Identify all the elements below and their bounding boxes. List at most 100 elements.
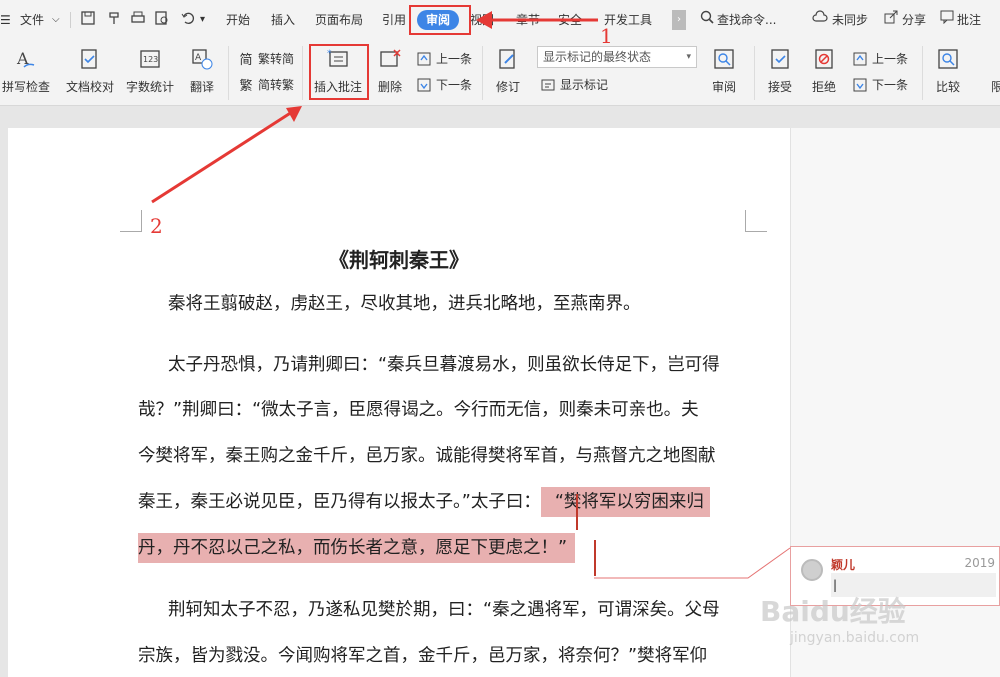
cloud-sync-icon[interactable] bbox=[812, 10, 828, 30]
share-button[interactable]: 分享 bbox=[902, 10, 926, 30]
review-label: 审阅 bbox=[711, 80, 736, 94]
compare-button[interactable]: 比较 bbox=[928, 40, 968, 95]
comment-icon[interactable] bbox=[940, 10, 954, 30]
comment-range-end bbox=[594, 540, 596, 576]
next-change-button[interactable]: 下一条 bbox=[852, 76, 908, 93]
paragraph-line: 今樊将军，秦王购之金千斤，邑万家。诚能得樊将军首，与燕督亢之地图献 bbox=[138, 446, 716, 466]
tab-insert[interactable]: 插入 bbox=[271, 10, 295, 30]
paragraph-line: 宗族，皆为戮没。今闻购将军之首，金千斤，邑万家，将奈何？”樊将军仰 bbox=[138, 646, 708, 666]
divider bbox=[70, 12, 71, 28]
share-icon[interactable] bbox=[884, 10, 898, 30]
simp-to-trad-label: 简转繁 bbox=[258, 78, 295, 92]
spell-check-label: 拼写检查 bbox=[1, 80, 50, 94]
file-menu[interactable]: 文件 bbox=[20, 10, 44, 30]
restrict-icon bbox=[988, 46, 1000, 72]
reject-button[interactable]: 拒绝 bbox=[804, 40, 844, 95]
simp-to-trad-button[interactable]: 繁 简转繁 bbox=[238, 76, 295, 94]
undo-dropdown-icon[interactable]: ▾ bbox=[200, 10, 205, 30]
tab-security[interactable]: 安全 bbox=[558, 10, 582, 30]
print-preview-icon[interactable] bbox=[154, 10, 170, 30]
menu-bar: ☰ 文件 ⌵ ▾ 开始 插入 页面布局 引用 审阅 视图 章节 安全 开发工具 … bbox=[0, 0, 1000, 40]
next2-label: 下一条 bbox=[872, 78, 909, 92]
display-state-select[interactable]: 显示标记的最终状态 ▾ bbox=[537, 46, 697, 68]
tab-chapter[interactable]: 章节 bbox=[516, 10, 540, 30]
comment-range-start bbox=[576, 494, 578, 530]
commented-text[interactable]: 丹，丹不忍以己之私，而伤长者之意，愿足下更虑之！” bbox=[138, 533, 576, 563]
restrict-button[interactable]: 限 bbox=[982, 40, 1000, 95]
avatar bbox=[801, 559, 823, 581]
chevron-down-icon: ▾ bbox=[686, 52, 691, 62]
doc-proof-label: 文档校对 bbox=[65, 80, 114, 94]
prev-label: 上一条 bbox=[436, 52, 473, 66]
next-label: 下一条 bbox=[436, 78, 473, 92]
page-corner-mark bbox=[745, 210, 767, 232]
more-tabs-icon[interactable]: › bbox=[672, 10, 686, 30]
track-changes-button[interactable]: 修订 bbox=[488, 40, 528, 95]
delete-label: 删除 bbox=[377, 80, 402, 94]
divider bbox=[302, 46, 303, 100]
paragraph-text: 秦王，秦王必说见臣，臣乃得有以报太子。”太子曰： bbox=[138, 492, 541, 512]
word-count-label: 字数统计 bbox=[125, 80, 174, 94]
search-command[interactable]: 查找命令... bbox=[717, 10, 776, 30]
prev-change-button[interactable]: 上一条 bbox=[852, 50, 908, 67]
comment-author: 颖儿 bbox=[831, 558, 856, 572]
track-changes-icon bbox=[495, 46, 521, 72]
hamburger-icon[interactable]: ☰ bbox=[0, 10, 11, 30]
svg-text:123: 123 bbox=[143, 55, 158, 64]
reject-label: 拒绝 bbox=[811, 80, 836, 94]
compare-icon bbox=[935, 46, 961, 72]
translate-button[interactable]: A 翻译 bbox=[182, 40, 222, 95]
doc-proof-button[interactable]: 文档校对 bbox=[62, 40, 118, 95]
undo-icon[interactable] bbox=[180, 10, 196, 30]
sync-status[interactable]: 未同步 bbox=[832, 10, 868, 30]
search-icon[interactable] bbox=[700, 10, 714, 30]
display-state-value: 显示标记的最终状态 bbox=[543, 50, 652, 64]
delete-comment-icon bbox=[377, 46, 403, 72]
accept-button[interactable]: 接受 bbox=[760, 40, 800, 95]
svg-text:A: A bbox=[195, 53, 202, 63]
trad-to-simp-button[interactable]: 简 繁转简 bbox=[238, 50, 294, 68]
prev-comment-icon bbox=[416, 51, 432, 67]
revise-label: 修订 bbox=[495, 80, 520, 94]
ribbon-toolbar: A 拼写检查 文档校对 123 字数统计 A 翻译 简 繁转简 繁 简转繁 * … bbox=[0, 40, 1000, 106]
save-icon[interactable] bbox=[80, 10, 96, 30]
annotation-highlight-insert-comment bbox=[309, 44, 369, 100]
tab-references[interactable]: 引用 bbox=[382, 10, 406, 30]
next-comment-button[interactable]: 下一条 bbox=[416, 76, 472, 93]
spell-check-button[interactable]: A 拼写检查 bbox=[0, 40, 52, 95]
divider bbox=[754, 46, 755, 100]
paragraph-line: 秦王，秦王必说见臣，臣乃得有以报太子。”太子曰： “樊将军以穷困来归 bbox=[138, 487, 710, 517]
document-page[interactable]: 《荆轲刺秦王》 秦将王翦破赵，虏赵王，尽收其地，进兵北略地，至燕南界。 太子丹恐… bbox=[8, 128, 790, 677]
tab-page-layout[interactable]: 页面布局 bbox=[315, 10, 363, 30]
annotation-number-2: 2 bbox=[150, 214, 163, 238]
review-pane-button[interactable]: 审阅 bbox=[704, 40, 744, 95]
divider bbox=[922, 46, 923, 100]
print-icon[interactable] bbox=[130, 10, 146, 30]
review-pane-icon bbox=[711, 46, 737, 72]
trad-to-simp-icon: 简 bbox=[239, 53, 253, 68]
watermark-url: jingyan.baidu.com bbox=[790, 630, 920, 646]
comment-date: 2019 bbox=[964, 556, 995, 570]
show-marks-button[interactable]: 显示标记 bbox=[540, 76, 608, 93]
chevron-down-icon[interactable]: ⌵ bbox=[52, 10, 60, 30]
tab-home[interactable]: 开始 bbox=[226, 10, 250, 30]
word-count-button[interactable]: 123 字数统计 bbox=[122, 40, 178, 95]
format-painter-icon[interactable] bbox=[106, 10, 122, 30]
accept-icon bbox=[767, 46, 793, 72]
prev-comment-button[interactable]: 上一条 bbox=[416, 50, 472, 67]
translate-label: 翻译 bbox=[189, 80, 214, 94]
divider bbox=[482, 46, 483, 100]
next-change-icon bbox=[852, 77, 868, 93]
page-corner-mark bbox=[120, 210, 142, 232]
comment-menu[interactable]: 批注 bbox=[957, 10, 981, 30]
show-marks-label: 显示标记 bbox=[560, 78, 609, 92]
simp-to-trad-icon: 繁 bbox=[239, 79, 253, 94]
prev-change-icon bbox=[852, 51, 868, 67]
commented-text[interactable]: “樊将军以穷困来归 bbox=[540, 487, 710, 517]
translate-icon: A bbox=[189, 46, 215, 72]
paragraph-line: 秦将王翦破赵，虏赵王，尽收其地，进兵北略地，至燕南界。 bbox=[168, 294, 641, 314]
tab-view[interactable]: 视图 bbox=[470, 10, 494, 30]
delete-comment-button[interactable]: 删除 bbox=[370, 40, 410, 95]
doc-proof-icon bbox=[77, 46, 103, 72]
prev2-label: 上一条 bbox=[872, 52, 909, 66]
